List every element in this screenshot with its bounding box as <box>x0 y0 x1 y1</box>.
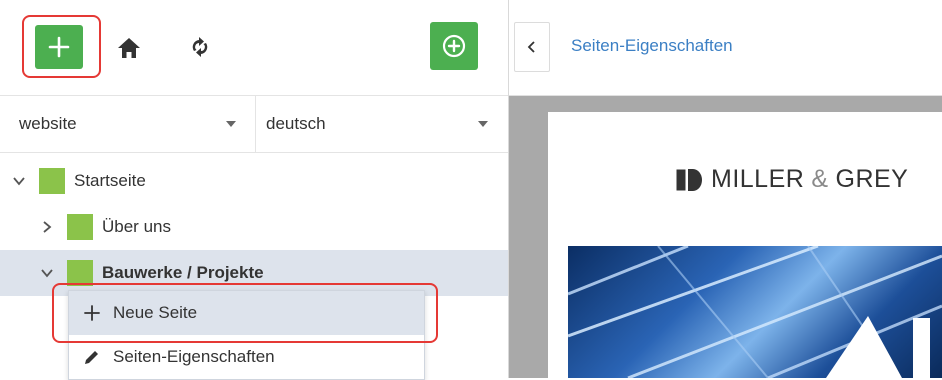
home-icon <box>118 38 140 58</box>
chevron-down-icon <box>226 121 236 127</box>
site-select-value: website <box>19 114 77 133</box>
logo-text-ampersand: & <box>811 165 829 193</box>
add-circle-button[interactable] <box>430 22 478 70</box>
logo-mark-icon <box>675 168 702 191</box>
page-tree-panel: website deutsch Startseite Über uns Bauw… <box>0 0 509 380</box>
chevron-down-icon[interactable] <box>12 174 26 188</box>
tree-item-label: Startseite <box>74 171 146 190</box>
tree-toolbar <box>0 0 508 96</box>
add-page-button[interactable] <box>35 25 83 69</box>
menu-item-label: Seiten-Eigenschaften <box>113 347 275 366</box>
tree-item-startseite[interactable]: Startseite <box>0 158 508 204</box>
page-icon <box>67 214 93 240</box>
pencil-icon <box>85 351 98 364</box>
plus-circle-icon <box>442 34 466 58</box>
logo-text-grey: GREY <box>835 165 909 193</box>
language-select-value: deutsch <box>266 114 326 133</box>
hero-facade-graphic <box>568 246 942 378</box>
tree-item-label: Über uns <box>102 217 171 236</box>
tree-item-label: Bauwerke / Projekte <box>102 263 264 282</box>
logo-text-miller: MILLER <box>711 165 805 193</box>
language-select[interactable]: deutsch <box>256 96 508 152</box>
home-button[interactable] <box>115 35 143 61</box>
refresh-icon <box>192 37 208 57</box>
refresh-button[interactable] <box>187 33 213 61</box>
chevron-down-icon[interactable] <box>40 266 54 280</box>
company-logo: MILLER & GREY <box>673 165 908 194</box>
hero-image <box>568 246 942 378</box>
new-page-highlight <box>52 283 438 343</box>
chevron-down-icon <box>478 121 488 127</box>
site-language-selects: website deutsch <box>0 96 508 153</box>
tree-item-ueber-uns[interactable]: Über uns <box>0 204 508 250</box>
collapse-panel-button[interactable] <box>514 22 550 72</box>
site-select[interactable]: website <box>0 96 256 152</box>
breadcrumb-page-properties[interactable]: Seiten-Eigenschaften <box>571 36 733 56</box>
plus-icon <box>48 36 70 58</box>
chevron-right-icon[interactable] <box>40 220 54 234</box>
chevron-left-icon <box>527 41 535 53</box>
page-icon <box>39 168 65 194</box>
